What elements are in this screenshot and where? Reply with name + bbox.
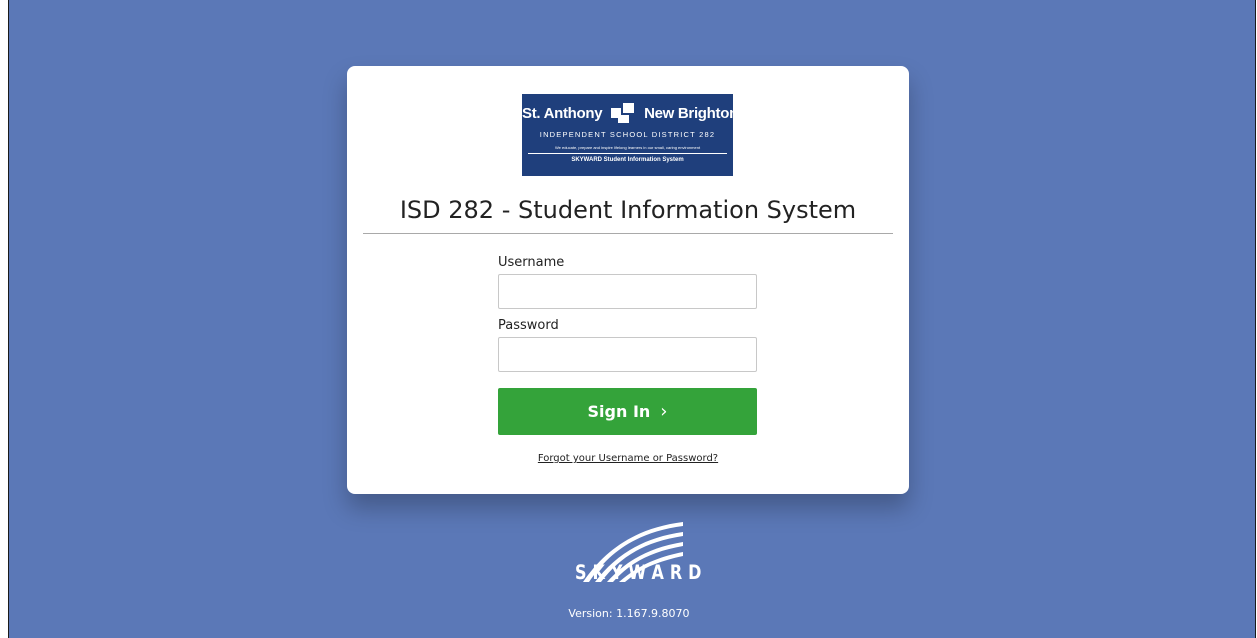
username-label: Username	[498, 255, 565, 270]
skyward-brand-text: SKYWARD	[575, 561, 708, 584]
sign-in-button[interactable]: Sign In ›	[498, 388, 757, 435]
version-text: Version: 1.167.9.8070	[568, 607, 690, 620]
district-emblem-icon	[611, 103, 635, 123]
district-logo: St. Anthony New Brighton INDEPENDENT SCH…	[522, 94, 733, 176]
logo-system-text: SKYWARD Student Information System	[571, 157, 684, 163]
chevron-right-icon: ›	[660, 401, 668, 422]
page-title: ISD 282 - Student Information System	[399, 196, 857, 224]
logo-district-text: INDEPENDENT SCHOOL DISTRICT 282	[539, 130, 716, 139]
login-card: St. Anthony New Brighton INDEPENDENT SCH…	[347, 66, 909, 494]
logo-divider	[528, 153, 727, 154]
logo-mission-text: We educate, prepare and inspire lifelong…	[554, 145, 701, 150]
password-input[interactable]	[498, 337, 757, 372]
logo-text-right: New Brighton	[644, 104, 733, 122]
sign-in-label: Sign In	[587, 402, 651, 421]
page-background: St. Anthony New Brighton INDEPENDENT SCH…	[8, 0, 1256, 638]
username-input[interactable]	[498, 274, 757, 309]
password-label: Password	[498, 318, 559, 333]
title-divider	[363, 233, 893, 234]
logo-text-left: St. Anthony	[522, 104, 603, 122]
forgot-credentials-link[interactable]: Forgot your Username or Password?	[347, 453, 909, 464]
